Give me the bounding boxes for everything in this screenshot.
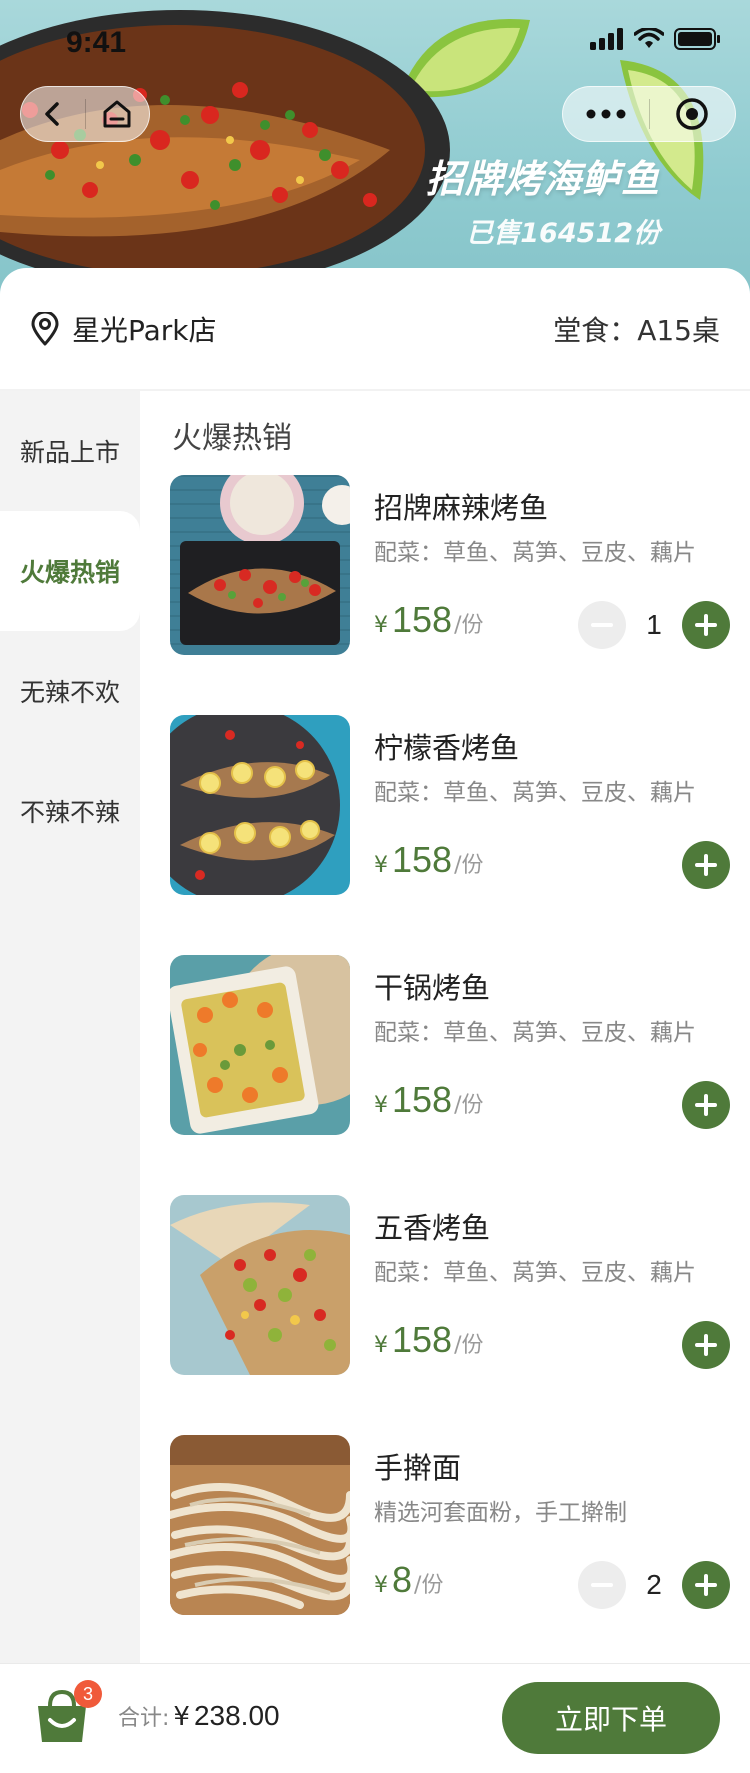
cart-total: 合计: ¥ 238.00 [118,1700,280,1732]
minus-icon [591,1583,613,1587]
dish-price: ¥ 158 /份 [374,1079,484,1121]
status-icons [590,28,720,50]
price-currency: ¥ [374,1333,388,1358]
cart-button[interactable]: 3 [34,1680,102,1744]
add-button[interactable] [682,1321,730,1369]
hero-banner[interactable]: 9:41 招牌烤海鲈鱼 已售164512份 [0,0,750,300]
category-hot[interactable]: 火爆热销 [0,511,140,631]
dish-desc: 配菜：草鱼、莴笋、豆皮、藕片 [374,540,696,566]
dish-price: ¥ 158 /份 [374,839,484,881]
price-unit: /份 [454,1333,484,1358]
battery-icon [674,28,720,50]
dish-desc: 配菜：草鱼、莴笋、豆皮、藕片 [374,780,696,806]
dish-image [170,1195,350,1375]
total-currency: ¥ [173,1702,190,1732]
add-button[interactable] [682,601,730,649]
more-button[interactable] [563,86,649,142]
menu-item[interactable]: 五香烤鱼 配菜：草鱼、莴笋、豆皮、藕片 ¥ 158 /份 [170,1195,730,1375]
category-new[interactable]: 新品上市 [0,391,140,511]
back-button[interactable] [21,86,85,142]
quantity-value: 2 [646,1569,662,1600]
price-unit: /份 [454,1093,484,1118]
target-icon [676,98,708,130]
close-miniprogram-button[interactable] [650,86,736,142]
dish-image [170,1435,350,1615]
price-unit: /份 [454,853,484,878]
checkout-bar: 3 合计: ¥ 238.00 立即下单 [0,1663,750,1773]
quantity-value: 1 [646,609,662,640]
nav-capsule-right [562,86,736,142]
dish-desc: 精选河套面粉，手工擀制 [374,1500,627,1526]
price-currency: ¥ [374,1093,388,1118]
location-pin-icon [31,312,59,346]
promo-title: 招牌烤海鲈鱼 [425,157,660,201]
menu-item[interactable]: 手擀面 精选河套面粉，手工擀制 ¥ 8 /份 2 [170,1435,730,1615]
menu-item[interactable]: 柠檬香烤鱼 配菜：草鱼、莴笋、豆皮、藕片 ¥ 158 /份 [170,715,730,895]
place-order-button[interactable]: 立即下单 [502,1682,720,1754]
menu-item[interactable]: 干锅烤鱼 配菜：草鱼、莴笋、豆皮、藕片 ¥ 158 /份 [170,955,730,1135]
quantity-stepper: 1 [578,601,730,649]
dish-price: ¥ 8 /份 [374,1559,443,1601]
minus-icon [591,623,613,627]
dish-name: 手擀面 [374,1451,462,1485]
cart-badge: 3 [74,1680,102,1708]
dish-name: 招牌麻辣烤鱼 [374,491,549,525]
price-currency: ¥ [374,613,388,638]
quantity-stepper [682,1321,730,1369]
signal-icon [590,28,623,50]
store-location[interactable]: 星光Park店 [30,309,217,349]
decrease-button[interactable] [578,601,626,649]
add-button[interactable] [682,841,730,889]
decrease-button[interactable] [578,1561,626,1609]
promo-sold-count: 已售164512份 [466,218,660,249]
table-number: A15桌 [637,314,720,347]
menu-list[interactable]: 火爆热销 招牌麻辣烤鱼 配菜：草鱼、莴笋、豆皮、藕片 ¥ 158 /份 1 柠檬… [140,391,750,1663]
quantity-stepper [682,1081,730,1129]
nav-capsule-left [20,86,150,142]
store-bar: 星光Park店 堂食：A15桌 [0,268,750,390]
price-value: 158 [392,1079,453,1120]
dish-image [170,715,350,895]
price-unit: /份 [454,613,484,638]
price-unit: /份 [414,1573,444,1598]
add-button[interactable] [682,1561,730,1609]
category-sidebar: 新品上市 火爆热销 无辣不欢 不辣不辣 [0,391,140,1663]
quantity-stepper: 2 [578,1561,730,1609]
more-dots-icon [586,109,626,119]
store-name: 星光Park店 [72,314,217,347]
add-button[interactable] [682,1081,730,1129]
dish-name: 五香烤鱼 [374,1211,491,1245]
category-mild[interactable]: 不辣不辣 [0,751,140,871]
price-value: 8 [392,1559,413,1600]
wifi-icon [634,28,664,48]
price-value: 158 [392,839,453,880]
dish-image [170,955,350,1135]
dish-desc: 配菜：草鱼、莴笋、豆皮、藕片 [374,1260,696,1286]
dine-in-label: 堂食： [553,314,638,347]
total-label: 合计: [118,1706,170,1731]
dish-price: ¥ 158 /份 [374,1319,484,1361]
section-title: 火爆热销 [172,421,292,456]
status-time: 9:41 [66,26,127,59]
dish-desc: 配菜：草鱼、莴笋、豆皮、藕片 [374,1020,696,1046]
dish-name: 干锅烤鱼 [374,971,491,1005]
total-value: 238.00 [193,1700,280,1731]
dish-name: 柠檬香烤鱼 [374,731,520,765]
table-info: 堂食：A15桌 [553,309,720,349]
dish-price: ¥ 158 /份 [374,599,484,641]
quantity-stepper [682,841,730,889]
price-currency: ¥ [374,1573,388,1598]
price-currency: ¥ [374,853,388,878]
promo-text: 招牌烤海鲈鱼 已售164512份 [426,148,660,250]
price-value: 158 [392,599,453,640]
menu-item[interactable]: 招牌麻辣烤鱼 配菜：草鱼、莴笋、豆皮、藕片 ¥ 158 /份 1 [170,475,730,655]
chevron-left-icon [45,102,59,126]
dish-image [170,475,350,655]
status-bar: 9:41 [0,0,750,88]
home-icon [103,100,131,128]
price-value: 158 [392,1319,453,1360]
home-button[interactable] [86,86,150,142]
category-spicy[interactable]: 无辣不欢 [0,631,140,751]
